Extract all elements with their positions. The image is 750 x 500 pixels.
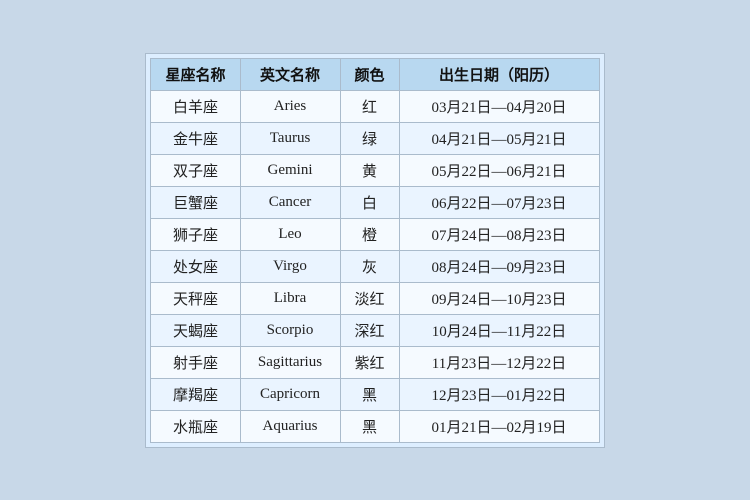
cell-zh: 狮子座 [151,218,240,250]
cell-zh: 摩羯座 [151,378,240,410]
cell-color: 紫红 [340,346,399,378]
cell-zh: 射手座 [151,346,240,378]
table-row: 摩羯座Capricorn黑12月23日—01月22日 [151,378,599,410]
cell-en: Capricorn [240,378,340,410]
cell-en: Leo [240,218,340,250]
cell-color: 绿 [340,122,399,154]
table-row: 巨蟹座Cancer白06月22日—07月23日 [151,186,599,218]
table-container: 星座名称 英文名称 颜色 出生日期（阳历） 白羊座Aries红03月21日—04… [145,53,604,448]
table-row: 天蝎座Scorpio深红10月24日—11月22日 [151,314,599,346]
cell-color: 灰 [340,250,399,282]
cell-date: 06月22日—07月23日 [399,186,599,218]
header-zh: 星座名称 [151,58,240,90]
cell-zh: 白羊座 [151,90,240,122]
table-row: 处女座Virgo灰08月24日—09月23日 [151,250,599,282]
table-row: 金牛座Taurus绿04月21日—05月21日 [151,122,599,154]
cell-en: Aquarius [240,410,340,442]
table-row: 双子座Gemini黄05月22日—06月21日 [151,154,599,186]
header-color: 颜色 [340,58,399,90]
cell-date: 04月21日—05月21日 [399,122,599,154]
table-row: 射手座Sagittarius紫红11月23日—12月22日 [151,346,599,378]
cell-date: 09月24日—10月23日 [399,282,599,314]
cell-zh: 水瓶座 [151,410,240,442]
cell-en: Cancer [240,186,340,218]
cell-en: Sagittarius [240,346,340,378]
cell-color: 红 [340,90,399,122]
cell-en: Scorpio [240,314,340,346]
header-en: 英文名称 [240,58,340,90]
cell-en: Libra [240,282,340,314]
cell-date: 12月23日—01月22日 [399,378,599,410]
cell-zh: 天蝎座 [151,314,240,346]
table-row: 狮子座Leo橙07月24日—08月23日 [151,218,599,250]
cell-en: Aries [240,90,340,122]
table-row: 天秤座Libra淡红09月24日—10月23日 [151,282,599,314]
header-date: 出生日期（阳历） [399,58,599,90]
cell-date: 08月24日—09月23日 [399,250,599,282]
cell-date: 11月23日—12月22日 [399,346,599,378]
cell-color: 白 [340,186,399,218]
table-row: 水瓶座Aquarius黑01月21日—02月19日 [151,410,599,442]
cell-en: Virgo [240,250,340,282]
cell-zh: 巨蟹座 [151,186,240,218]
cell-date: 07月24日—08月23日 [399,218,599,250]
table-row: 白羊座Aries红03月21日—04月20日 [151,90,599,122]
cell-zh: 双子座 [151,154,240,186]
cell-zh: 天秤座 [151,282,240,314]
cell-color: 黑 [340,410,399,442]
cell-color: 橙 [340,218,399,250]
cell-date: 05月22日—06月21日 [399,154,599,186]
table-header-row: 星座名称 英文名称 颜色 出生日期（阳历） [151,58,599,90]
zodiac-table: 星座名称 英文名称 颜色 出生日期（阳历） 白羊座Aries红03月21日—04… [150,58,599,443]
cell-color: 黄 [340,154,399,186]
cell-zh: 处女座 [151,250,240,282]
cell-color: 深红 [340,314,399,346]
cell-en: Taurus [240,122,340,154]
cell-date: 01月21日—02月19日 [399,410,599,442]
cell-color: 黑 [340,378,399,410]
cell-date: 03月21日—04月20日 [399,90,599,122]
cell-date: 10月24日—11月22日 [399,314,599,346]
cell-zh: 金牛座 [151,122,240,154]
cell-color: 淡红 [340,282,399,314]
cell-en: Gemini [240,154,340,186]
